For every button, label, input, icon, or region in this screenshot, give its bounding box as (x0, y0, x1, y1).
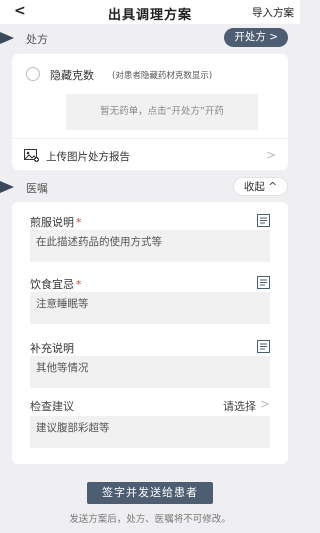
document-icon[interactable] (257, 276, 270, 289)
collapse-button[interactable]: 收起 ^ (232, 177, 288, 196)
divider (12, 138, 288, 139)
decoction-label-row: 煎服说明 * (30, 214, 82, 230)
advice-section-header: 医嘱 收起 ^ (0, 175, 300, 199)
prescription-section-label: 处方 (26, 33, 48, 46)
image-upload-icon (24, 149, 39, 162)
upload-prescription-label: 上传图片处方报告 (46, 151, 130, 163)
advice-card: 煎服说明 * 在此描述药品的使用方式等 饮食宜忌 * 注意睡眠等 补充说明 其他等情… (12, 202, 288, 464)
document-icon[interactable] (257, 214, 270, 227)
required-mark: * (76, 278, 82, 291)
exam-suggestion-row[interactable]: 检查建议 请选择 > (30, 397, 270, 414)
diet-label: 饮食宜忌 (30, 278, 74, 291)
send-notice: 发送方案后，处方、医嘱将不可修改。 (69, 514, 231, 525)
required-mark: * (76, 216, 82, 229)
open-prescription-button[interactable]: 开处方 > (224, 28, 288, 47)
chevron-right-icon: > (265, 148, 276, 162)
exam-input[interactable]: 建议腹部彩超等 (30, 416, 270, 448)
supplement-input[interactable]: 其他等情况 (30, 356, 270, 388)
top-nav-bar: < 出具调理方案 导入方案 (0, 0, 300, 24)
sign-and-send-button[interactable]: 签字并发送给患者 (87, 482, 213, 504)
exam-select[interactable]: 请选择 (223, 398, 256, 414)
upload-prescription-image-row[interactable]: 上传图片处方报告 > (24, 146, 276, 166)
import-plan-button[interactable]: 导入方案 (252, 5, 294, 20)
diet-label-row: 饮食宜忌 * (30, 276, 82, 292)
hide-dose-radio[interactable] (26, 67, 40, 81)
chevron-right-icon: > (259, 397, 270, 411)
empty-prescription-placeholder: 暂无药单，点击“开处方”开药 (66, 94, 258, 130)
hide-dose-label: 隐藏克数 (50, 69, 94, 82)
section-flag-icon (0, 32, 14, 44)
prescription-section-header: 处方 开处方 > (0, 26, 300, 50)
section-flag-icon (0, 181, 14, 193)
decoction-input[interactable]: 在此描述药品的使用方式等 (30, 230, 270, 262)
hide-dose-toggle[interactable]: 隐藏克数 (对患者隐藏药材克数显示) (26, 66, 276, 82)
exam-suggestion-label: 检查建议 (30, 400, 74, 413)
supplement-label: 补充说明 (30, 342, 74, 355)
diet-input[interactable]: 注意睡眠等 (30, 292, 270, 324)
decoction-label: 煎服说明 (30, 216, 74, 229)
document-icon[interactable] (257, 340, 270, 353)
hide-dose-hint: (对患者隐藏药材克数显示) (112, 71, 213, 81)
advice-section-label: 医嘱 (26, 182, 48, 195)
prescription-card: 隐藏克数 (对患者隐藏药材克数显示) 暂无药单，点击“开处方”开药 上传图片处方… (12, 54, 288, 170)
